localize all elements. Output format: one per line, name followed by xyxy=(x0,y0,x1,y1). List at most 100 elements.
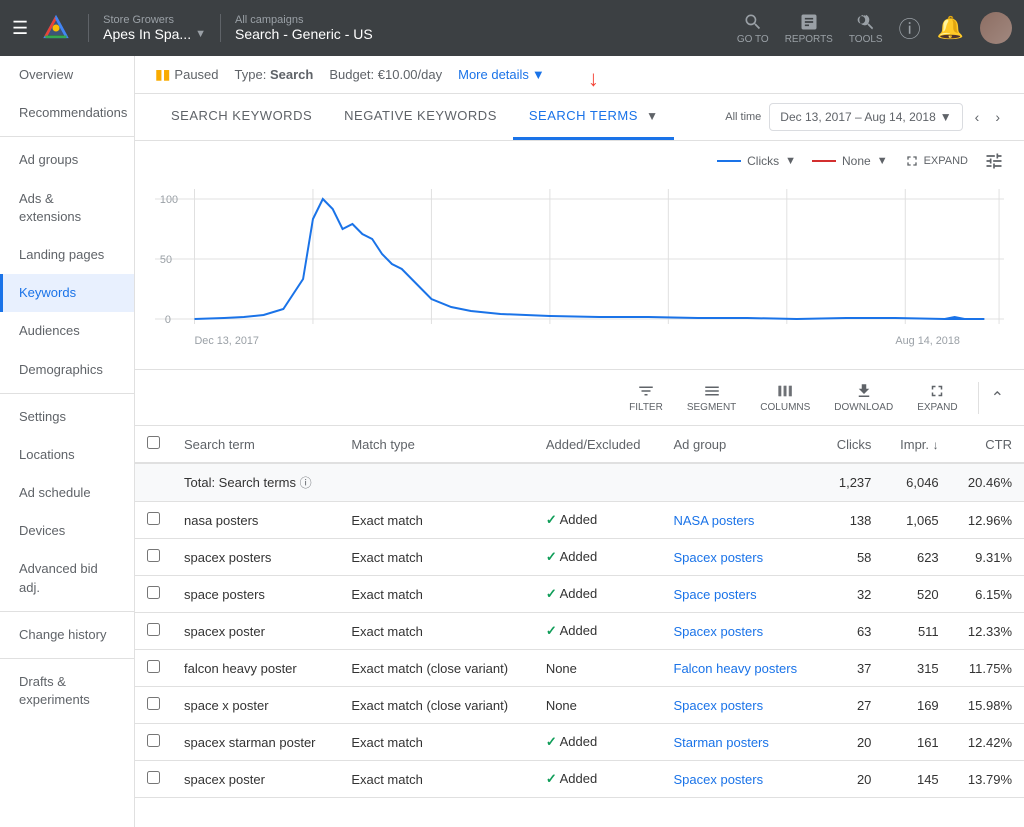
row-checkbox[interactable] xyxy=(147,697,160,710)
status-paused: ▮▮ Paused xyxy=(155,66,219,83)
select-all-checkbox[interactable] xyxy=(147,436,160,449)
added-check-icon: ✓ xyxy=(546,586,557,601)
row-term: spacex poster xyxy=(172,613,339,650)
legend-none[interactable]: None ▼ xyxy=(812,154,888,168)
sidebar-item-recommendations[interactable]: Recommendations xyxy=(0,94,134,132)
hamburger-menu[interactable]: ☰ xyxy=(12,18,28,39)
chart-settings-icon[interactable] xyxy=(984,151,1004,171)
row-checkbox-cell xyxy=(135,724,172,761)
svg-text:0: 0 xyxy=(165,314,171,326)
date-next-arrow[interactable]: › xyxy=(991,105,1004,129)
tab-search-terms[interactable]: SEARCH TERMS ▼ ↓ xyxy=(513,94,675,140)
row-ad-group[interactable]: Falcon heavy posters xyxy=(662,650,821,687)
header-ctr: CTR xyxy=(951,426,1024,463)
row-checkbox[interactable] xyxy=(147,660,160,673)
status-type: Type: Search xyxy=(235,67,314,82)
sidebar-item-audiences[interactable]: Audiences xyxy=(0,312,134,350)
sidebar-item-drafts-experiments[interactable]: Drafts & experiments xyxy=(0,663,134,719)
chart-expand-btn[interactable]: EXPAND xyxy=(904,153,968,169)
sidebar-item-change-history[interactable]: Change history xyxy=(0,616,134,654)
total-impr: 6,046 xyxy=(883,463,950,502)
date-prev-arrow[interactable]: ‹ xyxy=(971,105,984,129)
row-added: ✓ Added xyxy=(534,761,662,798)
row-ad-group[interactable]: Spacex posters xyxy=(662,539,821,576)
tab-negative-keywords[interactable]: NEGATIVE KEYWORDS xyxy=(328,94,513,140)
row-match-type: Exact match (close variant) xyxy=(339,687,534,724)
sidebar-item-settings[interactable]: Settings xyxy=(0,398,134,436)
campaign-name: Search - Generic - US xyxy=(235,26,737,42)
legend-none-dropdown[interactable]: ▼ xyxy=(877,155,888,167)
added-check-icon: ✓ xyxy=(546,771,557,786)
row-checkbox[interactable] xyxy=(147,623,160,636)
total-help-icon[interactable]: ⓘ xyxy=(300,476,312,490)
legend-clicks[interactable]: Clicks ▼ xyxy=(717,154,796,168)
chart-area: Clicks ▼ None ▼ EXPAND xyxy=(135,141,1024,370)
table-row: space x poster Exact match (close varian… xyxy=(135,687,1024,724)
breadcrumb-section: Store Growers Apes In Spa... ▼ xyxy=(88,14,206,42)
row-ctr: 11.75% xyxy=(951,650,1024,687)
row-checkbox[interactable] xyxy=(147,734,160,747)
table-row: space posters Exact match ✓ Added Space … xyxy=(135,576,1024,613)
sidebar-item-keywords[interactable]: Keywords xyxy=(0,274,134,312)
row-checkbox-cell xyxy=(135,650,172,687)
sidebar-item-overview[interactable]: Overview xyxy=(0,56,134,94)
svg-text:50: 50 xyxy=(160,254,172,266)
row-checkbox[interactable] xyxy=(147,771,160,784)
row-impr: 623 xyxy=(883,539,950,576)
expand-table-btn[interactable]: EXPAND xyxy=(909,378,965,417)
sidebar-item-devices[interactable]: Devices xyxy=(0,512,134,550)
columns-btn[interactable]: COLUMNS xyxy=(752,378,818,417)
row-match-type: Exact match xyxy=(339,613,534,650)
row-term: spacex posters xyxy=(172,539,339,576)
more-details-btn[interactable]: More details ▼ xyxy=(458,67,545,82)
table-toolbar: FILTER SEGMENT COLUMNS DOWNLOAD EXPAND ⌃ xyxy=(135,370,1024,426)
row-ad-group[interactable]: Spacex posters xyxy=(662,761,821,798)
help-icon[interactable]: ⓘ xyxy=(899,12,921,44)
notifications-icon[interactable]: 🔔 xyxy=(937,15,964,41)
reports-btn[interactable]: REPORTS xyxy=(785,12,833,45)
sidebar-item-ad-groups[interactable]: Ad groups xyxy=(0,141,134,179)
sidebar-item-ads-extensions[interactable]: Ads & extensions xyxy=(0,180,134,236)
row-clicks: 138 xyxy=(820,502,883,539)
sidebar-item-ad-schedule[interactable]: Ad schedule xyxy=(0,474,134,512)
sidebar-item-advanced-bid[interactable]: Advanced bid adj. xyxy=(0,550,134,606)
row-checkbox-cell xyxy=(135,502,172,539)
row-term: space x poster xyxy=(172,687,339,724)
sidebar-item-locations[interactable]: Locations xyxy=(0,436,134,474)
header-clicks: Clicks xyxy=(820,426,883,463)
filter-btn[interactable]: FILTER xyxy=(621,378,671,417)
row-ad-group[interactable]: Spacex posters xyxy=(662,687,821,724)
row-ad-group[interactable]: Spacex posters xyxy=(662,613,821,650)
row-ad-group[interactable]: Space posters xyxy=(662,576,821,613)
segment-btn[interactable]: SEGMENT xyxy=(679,378,744,417)
goto-btn[interactable]: GO TO xyxy=(737,12,769,45)
download-btn[interactable]: DOWNLOAD xyxy=(826,378,901,417)
total-match xyxy=(339,463,534,502)
tools-btn[interactable]: TOOLS xyxy=(849,12,883,45)
added-check-icon: ✓ xyxy=(546,734,557,749)
row-checkbox[interactable] xyxy=(147,512,160,525)
tabs-row: SEARCH KEYWORDS NEGATIVE KEYWORDS SEARCH… xyxy=(135,94,1024,141)
avatar[interactable] xyxy=(980,12,1012,44)
table-row: spacex poster Exact match ✓ Added Spacex… xyxy=(135,613,1024,650)
row-checkbox[interactable] xyxy=(147,549,160,562)
row-term: space posters xyxy=(172,576,339,613)
table-row: nasa posters Exact match ✓ Added NASA po… xyxy=(135,502,1024,539)
row-checkbox[interactable] xyxy=(147,586,160,599)
row-ctr: 12.96% xyxy=(951,502,1024,539)
row-match-type: Exact match xyxy=(339,576,534,613)
sidebar-item-landing-pages[interactable]: Landing pages xyxy=(0,236,134,274)
row-ad-group[interactable]: Starman posters xyxy=(662,724,821,761)
row-ad-group[interactable]: NASA posters xyxy=(662,502,821,539)
collapse-chart-btn[interactable]: ⌃ xyxy=(991,388,1004,408)
table-row: falcon heavy poster Exact match (close v… xyxy=(135,650,1024,687)
tab-search-keywords[interactable]: SEARCH KEYWORDS xyxy=(155,94,328,140)
data-table: Search term Match type Added/Excluded Ad… xyxy=(135,426,1024,798)
sort-impr-icon[interactable]: ↓ xyxy=(933,438,939,452)
account-name[interactable]: Apes In Spa... ▼ xyxy=(103,26,206,42)
row-term: falcon heavy poster xyxy=(172,650,339,687)
sidebar-item-demographics[interactable]: Demographics xyxy=(0,351,134,389)
legend-clicks-dropdown[interactable]: ▼ xyxy=(785,155,796,167)
table-total-row: Total: Search terms ⓘ 1,237 6,046 20.46% xyxy=(135,463,1024,502)
date-selector[interactable]: Dec 13, 2017 – Aug 14, 2018 ▼ xyxy=(769,103,962,131)
